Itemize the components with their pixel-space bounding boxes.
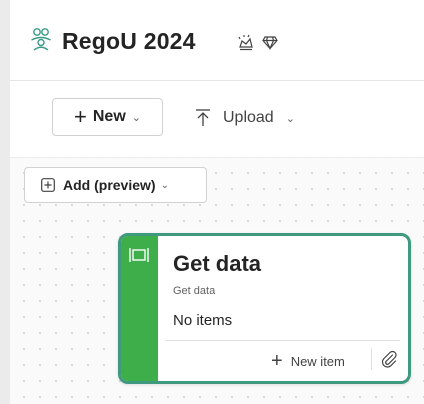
get-data-card[interactable]: Get data Get data No items + New item	[118, 233, 411, 384]
card-accent-strip	[121, 236, 158, 381]
upload-button[interactable]: Upload ⌄	[195, 106, 295, 130]
diamond-icon	[262, 36, 278, 50]
plus-icon: +	[271, 350, 283, 372]
new-item-button[interactable]: + New item	[271, 351, 345, 371]
add-preview-label: Add (preview)	[63, 177, 156, 193]
page-title: RegoU 2024	[62, 28, 196, 54]
upload-icon	[196, 109, 210, 126]
card-footer-divider	[165, 340, 400, 341]
toolbar-divider	[10, 157, 424, 158]
left-rail	[0, 0, 10, 404]
chevron-down-icon: ⌄	[285, 112, 295, 125]
people-group-icon	[31, 28, 51, 51]
paperclip-icon[interactable]	[380, 350, 398, 368]
new-button-label: New	[92, 108, 126, 125]
sparkle-crown-icon	[238, 34, 253, 51]
card-empty-state: No items	[173, 312, 233, 329]
data-source-icon	[129, 248, 149, 262]
chevron-down-icon: ⌄	[160, 179, 169, 191]
add-square-icon	[41, 178, 55, 192]
new-button[interactable]: + New ⌄	[52, 98, 163, 136]
footer-separator	[371, 348, 372, 370]
chevron-down-icon: ⌄	[131, 111, 141, 124]
card-subtitle: Get data	[173, 285, 216, 297]
plus-icon: +	[74, 104, 87, 129]
add-preview-button[interactable]: Add (preview) ⌄	[24, 167, 207, 203]
card-title: Get data	[173, 251, 262, 276]
new-item-label: New item	[290, 353, 345, 369]
upload-button-label: Upload	[223, 109, 274, 126]
